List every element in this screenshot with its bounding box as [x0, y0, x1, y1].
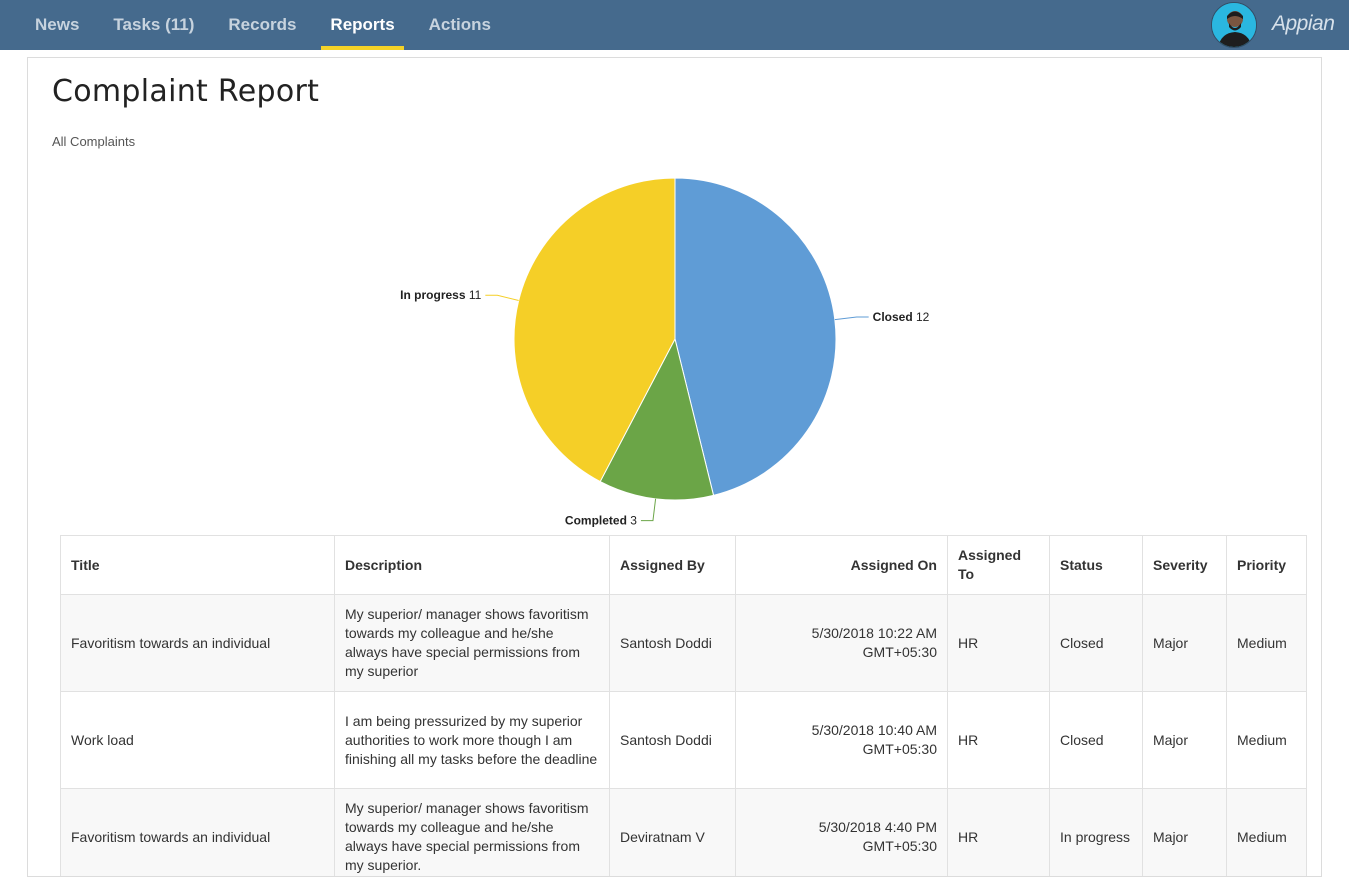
- table-row: Favoritism towards an individual My supe…: [60, 594, 1307, 692]
- complaints-pie-chart: Closed 12 Completed 3 In progress 11: [400, 177, 930, 528]
- top-nav-bar: News Tasks (11) Records Reports Actions …: [0, 0, 1349, 50]
- cell-priority: Medium: [1226, 594, 1307, 692]
- cell-severity: Major: [1142, 788, 1227, 876]
- cell-severity: Major: [1142, 594, 1227, 692]
- cell-status: Closed: [1049, 594, 1143, 692]
- cell-title: Work load: [60, 691, 335, 789]
- column-header-severity[interactable]: Severity: [1142, 535, 1227, 595]
- cell-status: Closed: [1049, 691, 1143, 789]
- cell-assigned-to: HR: [947, 788, 1050, 876]
- table-row: Favoritism towards an individual My supe…: [60, 788, 1307, 876]
- pie-leader-line-in-progress: [485, 294, 519, 301]
- table-row: Work load I am being pressurized by my s…: [60, 691, 1307, 789]
- cell-assigned-to: HR: [947, 691, 1050, 789]
- column-header-assigned-on[interactable]: Assigned On: [735, 535, 948, 595]
- pie-label-closed: Closed 12: [873, 310, 930, 324]
- column-header-status[interactable]: Status: [1049, 535, 1143, 595]
- cell-assigned-on: 5/30/2018 10:22 AM GMT+05:30: [735, 594, 948, 692]
- cell-assigned-by: Santosh Doddi: [609, 594, 736, 692]
- column-header-description[interactable]: Description: [334, 535, 610, 595]
- tab-actions[interactable]: Actions: [412, 0, 508, 50]
- column-header-priority[interactable]: Priority: [1226, 535, 1307, 595]
- primary-nav: News Tasks (11) Records Reports Actions: [18, 0, 508, 50]
- pie-leader-line-closed: [834, 316, 869, 321]
- cell-assigned-on: 5/30/2018 10:40 AM GMT+05:30: [735, 691, 948, 789]
- cell-description: My superior/ manager shows favoritism to…: [334, 788, 610, 876]
- cell-assigned-by: Santosh Doddi: [609, 691, 736, 789]
- cell-status: In progress: [1049, 788, 1143, 876]
- tab-news[interactable]: News: [18, 0, 96, 50]
- cell-severity: Major: [1142, 691, 1227, 789]
- tab-reports[interactable]: Reports: [313, 0, 411, 50]
- cell-assigned-to: HR: [947, 594, 1050, 692]
- report-card: Complaint Report All Complaints Closed 1…: [27, 57, 1322, 877]
- cell-description: I am being pressurized by my superior au…: [334, 691, 610, 789]
- pie-label-in-progress: In progress 11: [400, 288, 481, 302]
- column-header-assigned-by[interactable]: Assigned By: [609, 535, 736, 595]
- complaints-table: Title Description Assigned By Assigned O…: [60, 535, 1307, 876]
- table-header-row: Title Description Assigned By Assigned O…: [60, 535, 1307, 595]
- column-header-assigned-to[interactable]: Assigned To: [947, 535, 1050, 595]
- cell-priority: Medium: [1226, 788, 1307, 876]
- cell-priority: Medium: [1226, 691, 1307, 789]
- cell-assigned-on: 5/30/2018 4:40 PM GMT+05:30: [735, 788, 948, 876]
- column-header-title[interactable]: Title: [60, 535, 335, 595]
- cell-title: Favoritism towards an individual: [60, 788, 335, 876]
- cell-assigned-by: Deviratnam V: [609, 788, 736, 876]
- tab-records[interactable]: Records: [211, 0, 313, 50]
- pie-label-completed: Completed 3: [565, 514, 637, 528]
- tab-tasks[interactable]: Tasks (11): [96, 0, 211, 50]
- cell-title: Favoritism towards an individual: [60, 594, 335, 692]
- pie-leader-line-completed: [640, 498, 657, 522]
- user-avatar[interactable]: [1211, 2, 1257, 48]
- appian-logo: Appian: [1272, 12, 1335, 35]
- cell-description: My superior/ manager shows favoritism to…: [334, 594, 610, 692]
- user-avatar-image: [1212, 3, 1256, 47]
